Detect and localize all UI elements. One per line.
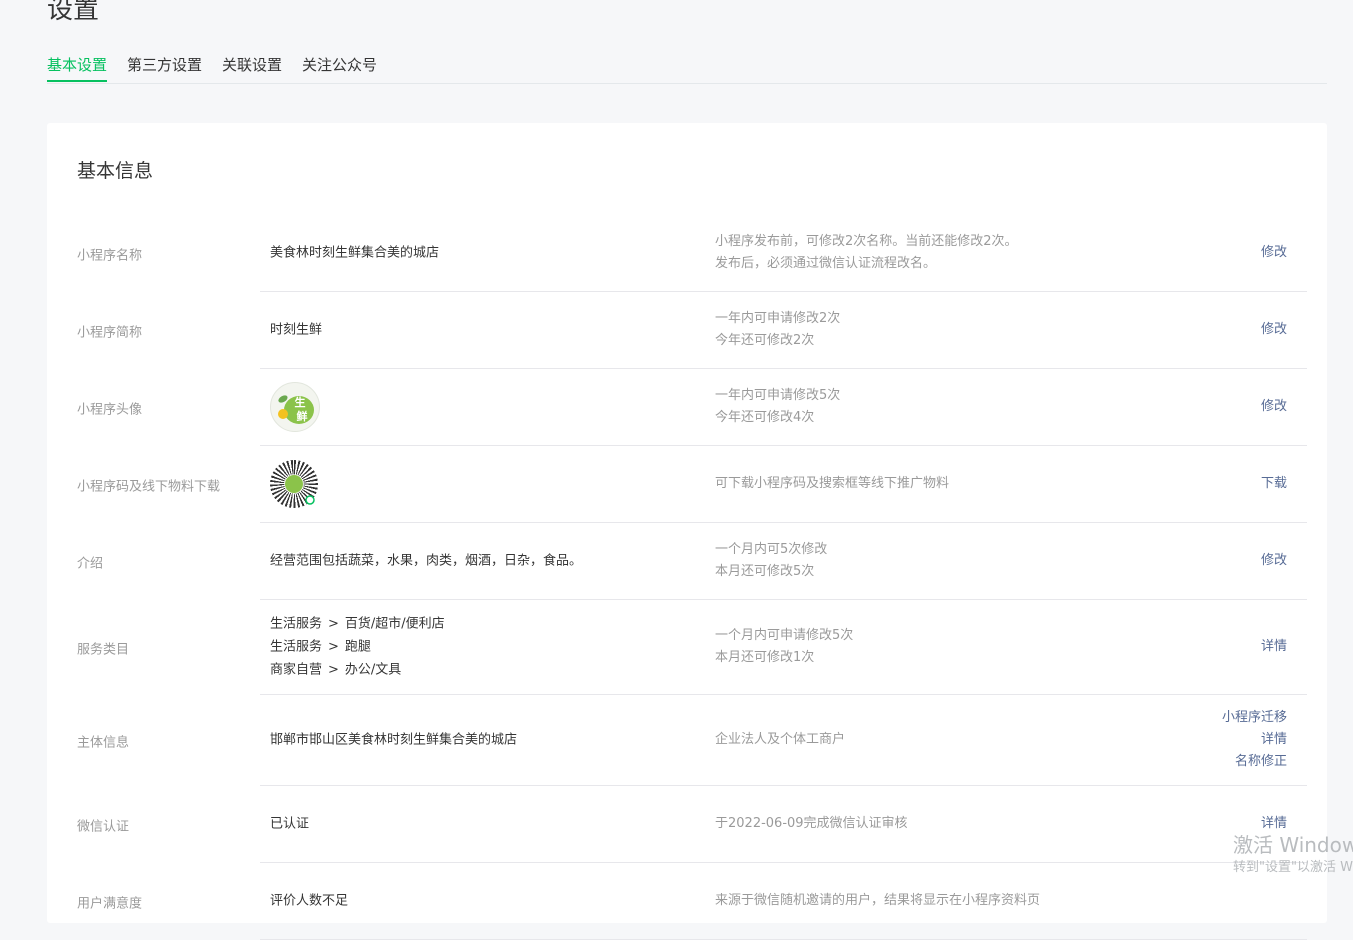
row-label: 微信认证 [77,819,130,834]
row-short-name: 小程序简称 时刻生鲜 一年内可申请修改2次 今年还可修改2次 修改 [47,292,1327,369]
category-item: 生活服务 > 百货/超市/便利店 [270,616,445,632]
category-desc: 一个月内可申请修改5次 本月还可修改1次 [715,628,854,665]
row-name: 小程序名称 美食林时刻生鲜集合美的城店 小程序发布前，可修改2次名称。当前还能修… [47,215,1327,292]
svg-text:鲜: 鲜 [297,409,308,423]
migrate-mini-program-link[interactable]: 小程序迁移 [1222,707,1287,729]
card-title: 基本信息 [77,160,154,182]
category-list: 生活服务 > 百货/超市/便利店 生活服务 > 跑腿 商家自营 > 办公/文具 [270,613,445,682]
entity-details-link[interactable]: 详情 [1222,729,1287,751]
page-title: 设置 [47,0,100,25]
fresh-logo-icon: 生 鲜 [273,385,317,429]
row-category: 服务类目 生活服务 > 百货/超市/便利店 生活服务 > 跑腿 商家自营 > 办公/文具 一… [47,600,1327,695]
short-name-desc: 一年内可申请修改2次 今年还可修改2次 [715,311,841,348]
basic-info-card: 基本信息 小程序名称 美食林时刻生鲜集合美的城店 小程序发布前，可修改2次名称。… [47,123,1327,940]
entity-desc: 企业法人及个体工商户 [715,732,846,747]
category-item: 商家自营 > 办公/文具 [270,662,402,678]
row-label: 小程序简称 [77,325,143,340]
row-label: 介绍 [77,556,104,571]
name-value: 美食林时刻生鲜集合美的城店 [270,245,440,261]
row-label: 小程序名称 [77,248,143,263]
settings-tabs: 基本设置 第三方设置 关联设置 关注公众号 [47,52,1327,84]
intro-value: 经营范围包括蔬菜，水果，肉类，烟酒，日杂，食品。 [270,553,583,569]
category-details-link[interactable]: 详情 [1261,636,1287,658]
edit-intro-link[interactable]: 修改 [1261,550,1287,572]
satisfaction-value: 评价人数不足 [270,893,349,909]
avatar-desc: 一年内可申请修改5次 今年还可修改4次 [715,388,841,425]
verification-desc: 于2022-06-09完成微信认证审核 [715,816,908,831]
edit-avatar-link[interactable]: 修改 [1261,396,1287,418]
short-name-value: 时刻生鲜 [270,322,323,338]
tab-basic-settings[interactable]: 基本设置 [47,52,108,82]
svg-text:生: 生 [295,395,306,409]
name-correction-link[interactable]: 名称修正 [1222,751,1287,773]
row-label: 主体信息 [77,735,130,750]
mini-program-code-icon [285,475,315,505]
tab-third-party-settings[interactable]: 第三方设置 [127,52,202,82]
row-user-satisfaction: 用户满意度 评价人数不足 来源于微信随机邀请的用户，结果将显示在小程序资料页 [47,863,1327,940]
edit-short-name-link[interactable]: 修改 [1261,319,1287,341]
download-link[interactable]: 下载 [1261,473,1287,495]
mini-program-code-image [270,460,318,508]
entity-value: 邯郸市邯山区美食林时刻生鲜集合美的城店 [270,732,518,748]
satisfaction-desc: 来源于微信随机邀请的用户，结果将显示在小程序资料页 [715,893,1041,908]
tab-follow-official-account[interactable]: 关注公众号 [302,52,377,82]
row-label: 小程序码及线下物料下载 [77,479,221,494]
edit-name-link[interactable]: 修改 [1261,242,1287,264]
row-entity: 主体信息 邯郸市邯山区美食林时刻生鲜集合美的城店 企业法人及个体工商户 小程序迁… [47,695,1327,786]
intro-desc: 一个月内可5次修改 本月还可修改5次 [715,542,828,579]
row-label: 用户满意度 [77,896,143,911]
qrcode-desc: 可下载小程序码及搜索框等线下推广物料 [715,476,950,491]
row-wechat-verification: 微信认证 已认证 于2022-06-09完成微信认证审核 详情 [47,786,1327,863]
name-desc: 小程序发布前，可修改2次名称。当前还能修改2次。 发布后，必须通过微信认证流程改… [715,234,1018,271]
mini-program-avatar: 生 鲜 [270,382,320,432]
tab-linked-settings[interactable]: 关联设置 [222,52,282,82]
windows-activation-watermark: 激活 Windows 转到"设置"以激活 Windows。 [1233,833,1353,875]
row-intro: 介绍 经营范围包括蔬菜，水果，肉类，烟酒，日杂，食品。 一个月内可5次修改 本月… [47,523,1327,600]
row-qrcode: 小程序码及线下物料下载 可下载小程序码及搜索框等线下推广物料 下载 [47,446,1327,523]
verification-status: 已认证 [270,816,310,832]
category-item: 生活服务 > 跑腿 [270,639,371,655]
row-label: 小程序头像 [77,402,143,417]
row-label: 服务类目 [77,642,130,657]
row-avatar: 小程序头像 生 鲜 一年内可申请修改5次 今年还可修改4次 修改 [47,369,1327,446]
